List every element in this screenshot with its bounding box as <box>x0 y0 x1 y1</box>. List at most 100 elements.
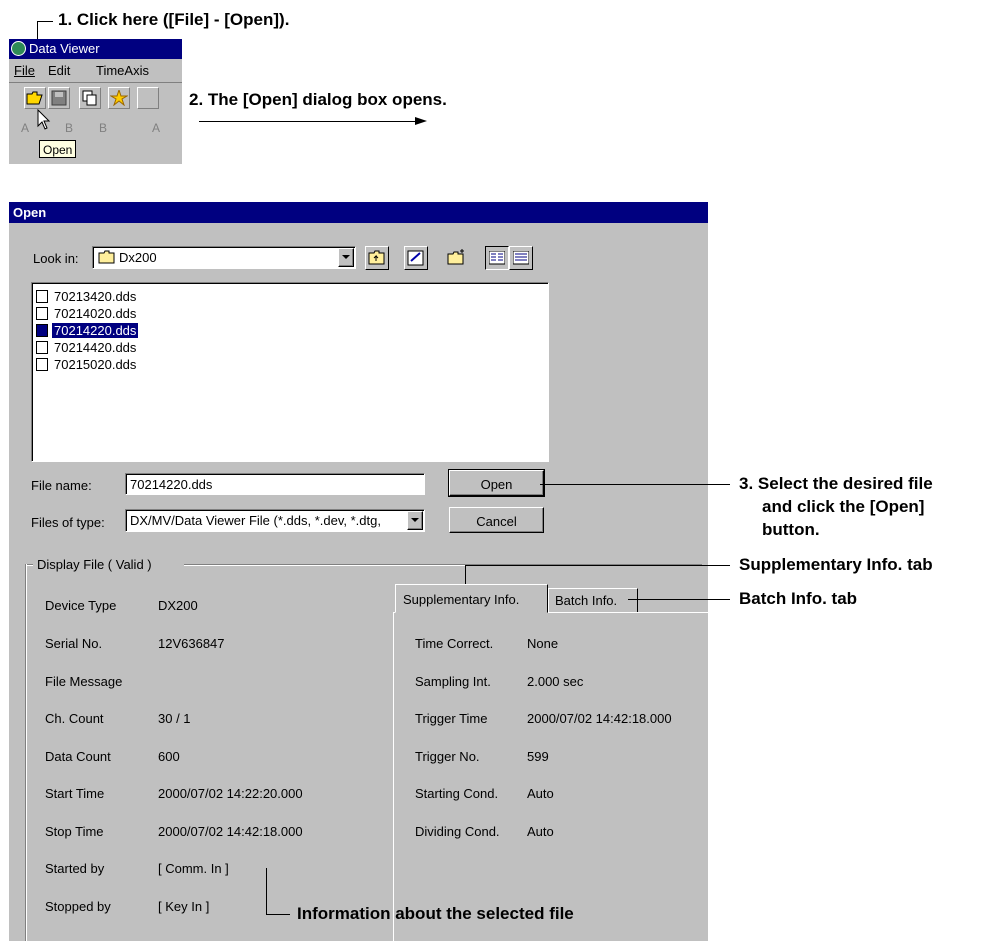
toolbar-separator <box>9 82 182 83</box>
data-viewer-window: Data Viewer File Edit TimeAxis A B B A O… <box>9 39 182 164</box>
menu-bar: File Edit TimeAxis <box>9 60 182 80</box>
info-value: Auto <box>527 824 554 839</box>
new-folder-icon <box>447 249 464 265</box>
look-in-combo[interactable]: Dx200 <box>92 246 356 269</box>
cancel-button[interactable]: Cancel <box>449 507 544 533</box>
info-label: Ch. Count <box>45 711 104 726</box>
info-value: 2000/07/02 14:42:18.000 <box>527 711 672 726</box>
supp-tab-leader-horizontal <box>465 565 730 566</box>
info-label: Data Count <box>45 749 111 764</box>
details-view-icon <box>513 251 529 265</box>
new-folder-button[interactable] <box>445 246 469 270</box>
info-value: 600 <box>158 749 180 764</box>
nav-button-a1[interactable]: A <box>21 121 29 136</box>
info-selected-annotation: Information about the selected file <box>297 904 574 923</box>
star-toolbar-button[interactable] <box>108 87 130 109</box>
info-label: Starting Cond. <box>415 786 499 801</box>
tab-supplementary-label: Supplementary Info. <box>403 592 520 607</box>
file-icon <box>36 307 48 320</box>
folder-icon <box>98 250 115 264</box>
info-value: 2.000 sec <box>527 674 584 689</box>
info-leader-horizontal <box>266 914 290 915</box>
files-of-type-value: DX/MV/Data Viewer File (*.dds, *.dev, *.… <box>130 513 381 528</box>
mouse-pointer-icon <box>37 109 51 130</box>
file-name: 70214020.dds <box>54 306 137 321</box>
file-name: 70215020.dds <box>54 357 137 372</box>
info-label: Stopped by <box>45 899 111 914</box>
chevron-down-icon <box>342 255 350 259</box>
step3-leader <box>540 484 730 485</box>
menu-file[interactable]: File <box>14 63 35 78</box>
open-tooltip-text: Open <box>43 143 73 157</box>
copy-icon <box>82 90 97 106</box>
step2-annotation: 2. The [Open] dialog box opens. <box>189 90 447 109</box>
info-label: Time Correct. <box>415 636 494 651</box>
chevron-down-icon <box>411 518 419 522</box>
file-name-label: File name: <box>31 478 92 493</box>
file-name-value: 70214220.dds <box>130 477 213 492</box>
favorites-button[interactable] <box>404 246 428 270</box>
display-file-group-label: Display File ( Valid ) <box>37 557 152 572</box>
menu-edit[interactable]: Edit <box>48 63 70 78</box>
look-in-value: Dx200 <box>119 250 157 265</box>
info-label: Started by <box>45 861 105 876</box>
file-list[interactable]: 70213420.dds 70214020.dds 70214220.dds 7… <box>31 282 549 462</box>
tab-panel-frame <box>393 612 708 941</box>
edit-check-icon <box>407 250 424 266</box>
files-of-type-label: Files of type: <box>31 515 105 530</box>
data-viewer-title: Data Viewer <box>29 41 100 56</box>
info-value: 599 <box>527 749 549 764</box>
info-value: None <box>527 636 559 651</box>
info-value: [ Key In ] <box>158 899 210 914</box>
nav-button-b2[interactable]: B <box>99 121 107 136</box>
app-icon <box>11 41 26 56</box>
batch-tab-leader <box>628 599 730 600</box>
info-value: 12V636847 <box>158 636 225 651</box>
copy-toolbar-button[interactable] <box>79 87 101 109</box>
info-leader-vertical <box>266 868 267 915</box>
info-label: Start Time <box>45 786 105 801</box>
open-button[interactable]: Open <box>448 469 545 497</box>
file-name: 70214220.dds <box>50 322 140 339</box>
look-in-dropdown-button[interactable] <box>338 248 354 267</box>
info-label: Dividing Cond. <box>415 824 500 839</box>
nav-row: A B B A <box>9 116 182 142</box>
tab-batch-info[interactable]: Batch Info. <box>548 588 638 612</box>
files-of-type-dropdown-button[interactable] <box>407 511 423 530</box>
nav-button-a2[interactable]: A <box>152 121 160 136</box>
file-name-input[interactable]: 70214220.dds <box>125 473 425 495</box>
up-one-level-button[interactable] <box>365 246 389 270</box>
tab-batch-label: Batch Info. <box>555 593 618 608</box>
info-value: 2000/07/02 14:22:20.000 <box>158 786 303 801</box>
step1-annotation: 1. Click here ([File] - [Open]). <box>58 10 290 29</box>
look-in-label: Look in: <box>33 251 79 266</box>
batch-tab-annotation: Batch Info. tab <box>739 589 858 608</box>
open-tooltip: Open <box>39 140 77 158</box>
info-value: Auto <box>527 786 554 801</box>
info-label: Trigger Time <box>415 711 488 726</box>
save-toolbar-button[interactable] <box>48 87 70 109</box>
open-toolbar-button[interactable] <box>24 87 46 109</box>
info-label: Trigger No. <box>415 749 480 764</box>
group-left-edge <box>25 564 27 941</box>
details-view-button[interactable] <box>509 246 533 270</box>
save-disk-icon <box>51 90 67 106</box>
file-icon <box>36 341 48 354</box>
info-label: File Message <box>45 674 123 689</box>
arrow-head-icon <box>415 117 427 125</box>
open-button-label: Open <box>480 477 513 492</box>
nav-button-b1[interactable]: B <box>65 121 73 136</box>
info-value: [ Comm. In ] <box>158 861 229 876</box>
step3-annotation-line2: and click the [Open] <box>762 497 925 516</box>
menu-timeaxis[interactable]: TimeAxis <box>96 63 149 78</box>
open-dialog-title: Open <box>13 205 47 220</box>
step1-leader-horizontal <box>37 21 53 22</box>
list-view-icon <box>489 251 505 265</box>
data-viewer-titlebar: Data Viewer <box>9 39 182 59</box>
list-view-button[interactable] <box>485 246 509 270</box>
partial-toolbar-button[interactable] <box>137 87 159 109</box>
info-label: Sampling Int. <box>415 674 491 689</box>
file-name: 70214420.dds <box>54 340 137 355</box>
tab-supplementary-info[interactable]: Supplementary Info. <box>395 584 548 613</box>
files-of-type-combo[interactable]: DX/MV/Data Viewer File (*.dds, *.dev, *.… <box>125 509 425 532</box>
